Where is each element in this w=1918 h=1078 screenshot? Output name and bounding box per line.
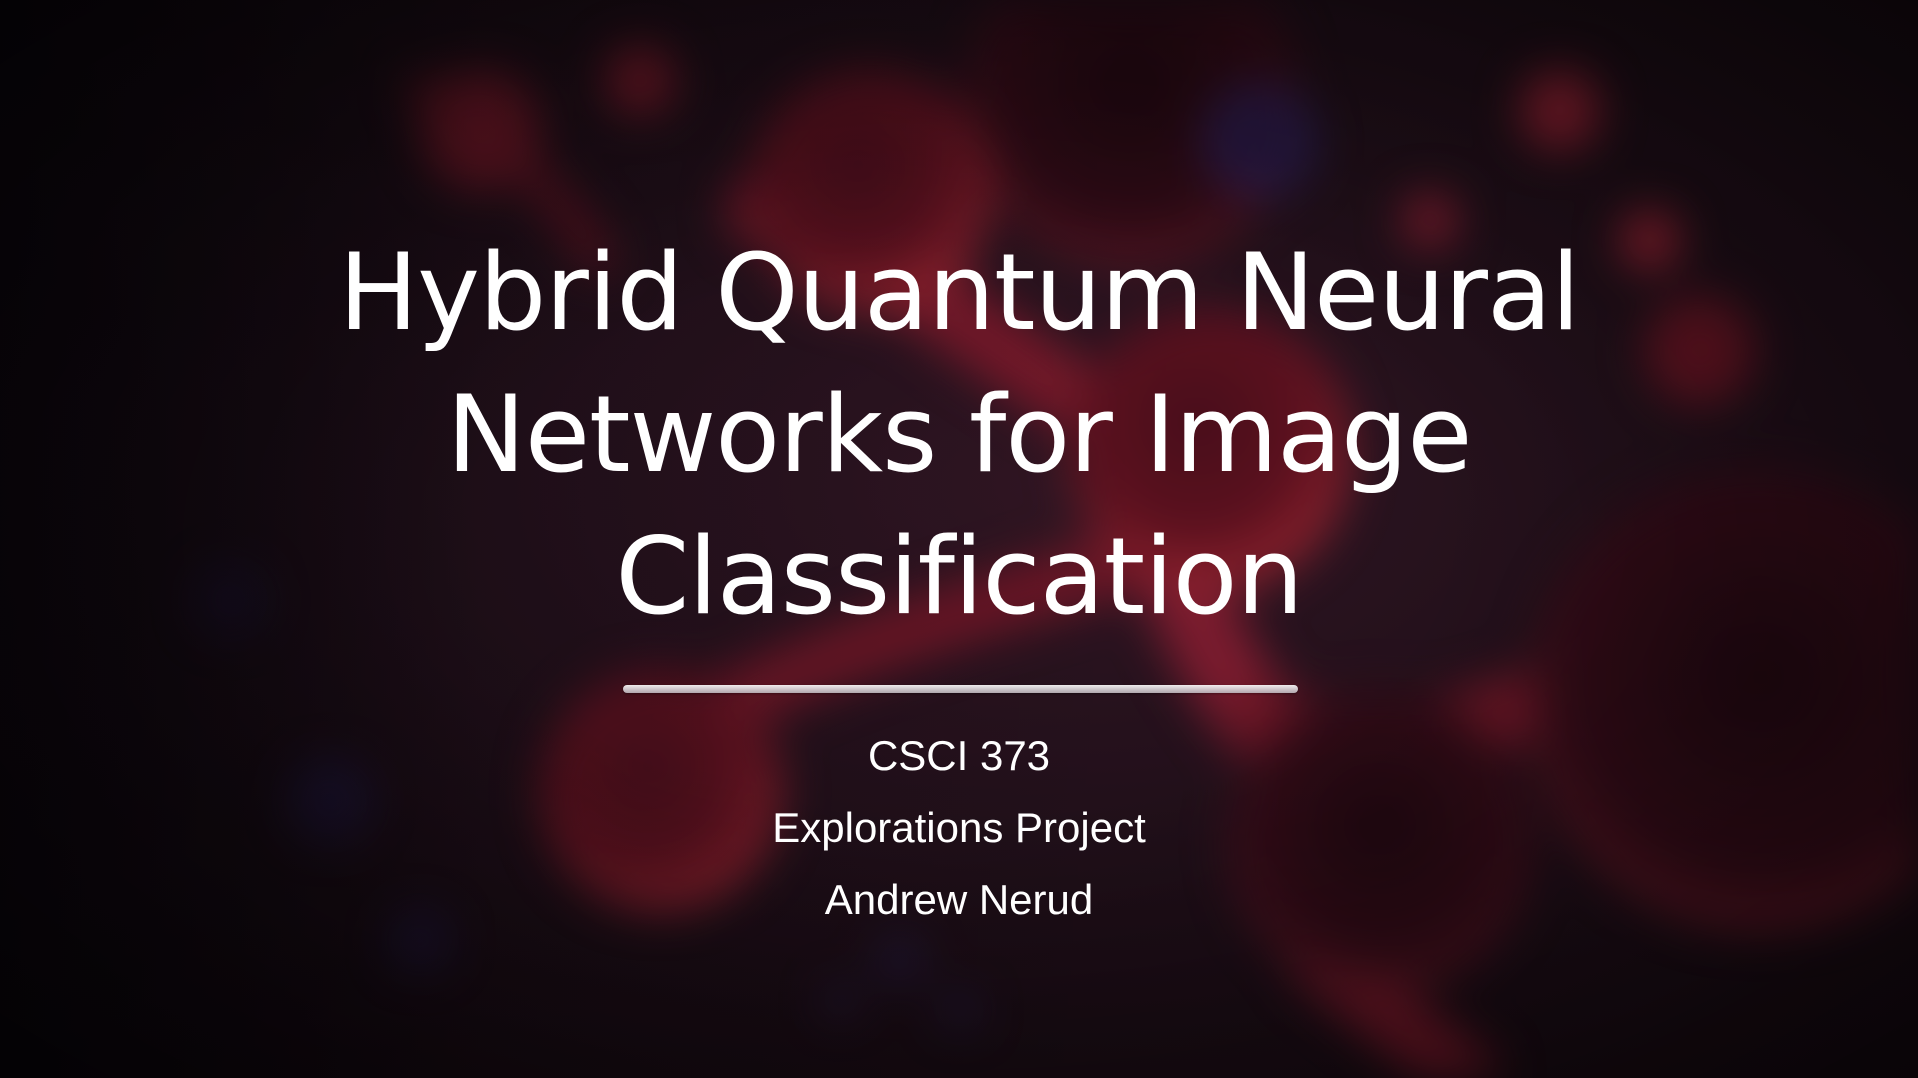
subtitle-course: CSCI 373 [867, 732, 1051, 779]
title-slide: Hybrid Quantum Neural Networks for Image… [0, 0, 1918, 1078]
subtitle-author: Andrew Nerud [824, 876, 1094, 923]
subtitle-project: Explorations Project [772, 804, 1146, 851]
slide-content: Hybrid Quantum Neural Networks for Image… [0, 0, 1918, 1078]
title-divider [623, 685, 1298, 693]
slide-title: Hybrid Quantum Neural Networks for Image… [338, 231, 1581, 638]
